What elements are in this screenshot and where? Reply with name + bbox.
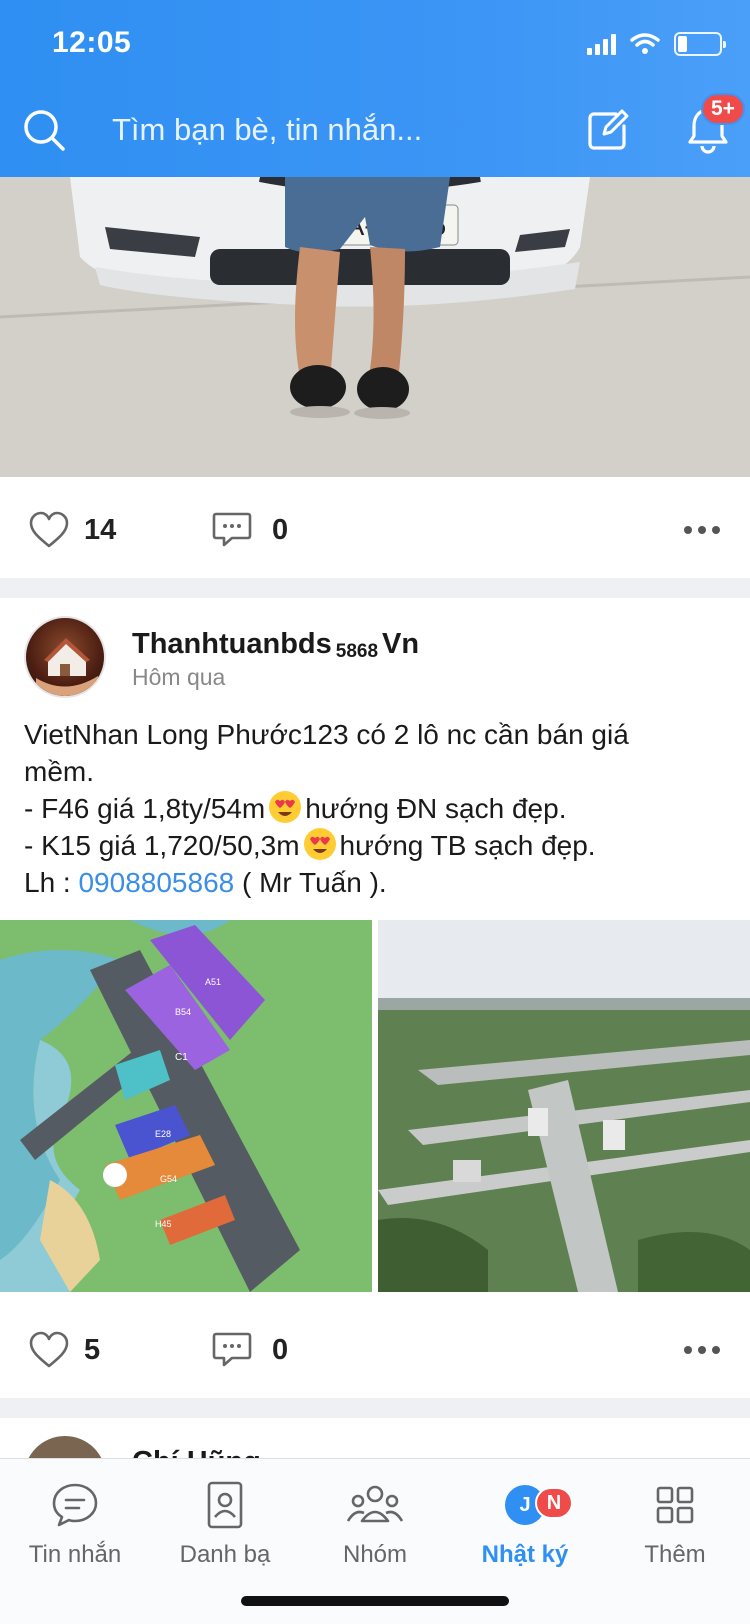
comment-count: 0 [272,1333,289,1366]
author-name-sub: 5868 [335,641,379,662]
post-text-line: - F46 giá 1,8ty/54m hướng ĐN sạch đẹp. [24,790,724,827]
car-photo: 0A- 85 [0,177,750,477]
notification-badge: 5+ [701,93,745,125]
like-button[interactable]: 14 [28,511,116,549]
nav-item-messages[interactable]: Tin nhắn [0,1469,150,1579]
status-icons [587,32,726,56]
heart-icon [29,511,69,548]
post-text-line: VietNhan Long Phước123 có 2 lô nc cần bá… [24,719,629,750]
nav-label: Thêm [644,1541,706,1568]
status-time: 12:05 [52,26,132,59]
like-count: 5 [84,1333,101,1366]
svg-text:G54: G54 [160,1174,177,1184]
post-actions: 14 0 [0,480,750,580]
nav-label: Tin nhắn [28,1541,122,1568]
svg-text:E28: E28 [155,1129,171,1139]
post-text-segment: hướng TB sạch đẹp. [339,830,596,861]
search-icon[interactable] [22,108,66,152]
search-input[interactable]: Tìm bạn bè, tin nhắn... [112,112,422,148]
group-icon [346,1485,404,1523]
battery-icon [674,32,726,56]
comment-count: 0 [272,513,289,546]
nav-item-contacts[interactable]: Danh bạ [150,1469,300,1579]
aerial-land-image [378,920,750,1292]
header-bar: 12:05 Tìm bạn bè, tin nhắn... 5+ [0,0,750,177]
post-text: VietNhan Long Phước123 có 2 lô nc cần bá… [24,716,724,901]
house-avatar-image [36,638,98,696]
nav-item-more[interactable]: Thêm [600,1469,750,1579]
comment-button[interactable]: 0 [212,511,288,549]
signal-icon [587,33,616,55]
nav-badge: N [535,1487,573,1519]
post-text-line: mềm. [24,756,94,787]
phone-link[interactable]: 0908805868 [78,867,234,898]
post-text-segment: - K15 giá 1,720/50,3m [24,830,300,861]
post-text-line: Lh : 0908805868 ( Mr Tuấn ). [24,864,724,901]
comment-button[interactable]: 0 [212,1331,288,1369]
post-text-segment: ( Mr Tuấn ). [234,867,387,898]
author-name[interactable]: Thanhtuanbds 5868 Vn [132,628,419,663]
heart-icon [29,1331,69,1368]
avatar[interactable] [24,616,106,698]
like-count: 14 [84,513,117,546]
heart-eyes-emoji-icon [303,828,336,860]
comment-icon [212,512,252,547]
home-indicator[interactable] [241,1596,509,1606]
more-options-icon[interactable] [684,1346,720,1354]
contacts-icon [207,1481,243,1529]
post-separator [0,1398,750,1418]
grid-icon [656,1486,694,1524]
compose-icon[interactable] [586,108,630,152]
land-plan-image: A51 B54 C1 E28 G54 H45 [0,920,372,1292]
post-image-aerial[interactable] [378,920,750,1292]
post-text-segment: hướng ĐN sạch đẹp. [305,793,567,824]
svg-text:C1: C1 [175,1052,188,1063]
author-name-text: Thanhtuanbds [132,628,332,660]
post-separator [0,578,750,598]
heart-eyes-emoji-icon [269,791,302,823]
post-photo[interactable]: 0A- 85 [0,177,750,477]
nav-item-groups[interactable]: Nhóm [300,1469,450,1579]
comment-icon [212,1332,252,1367]
svg-text:H45: H45 [155,1219,172,1229]
post-actions: 5 0 [0,1300,750,1400]
post-image-map[interactable]: A51 B54 C1 E28 G54 H45 [0,920,372,1292]
more-options-icon[interactable] [684,526,720,534]
nav-label: Nhóm [342,1541,408,1568]
post-text-segment: Lh : [24,867,79,898]
post-time: Hôm qua [132,664,226,690]
wifi-icon [630,33,660,54]
post-text-line: - K15 giá 1,720/50,3m hướng TB sạch đẹp. [24,827,724,864]
post-text-segment: - F46 giá 1,8ty/54m [24,793,266,824]
chat-icon [52,1483,98,1527]
svg-text:B54: B54 [175,1007,191,1017]
nav-label: Nhật ký [481,1541,569,1568]
nav-item-timeline[interactable]: J N Nhật ký [450,1469,600,1579]
author-name-suffix: Vn [382,628,420,660]
svg-text:A51: A51 [205,977,221,987]
nav-label: Danh bạ [179,1541,271,1568]
like-button[interactable]: 5 [28,1331,100,1369]
